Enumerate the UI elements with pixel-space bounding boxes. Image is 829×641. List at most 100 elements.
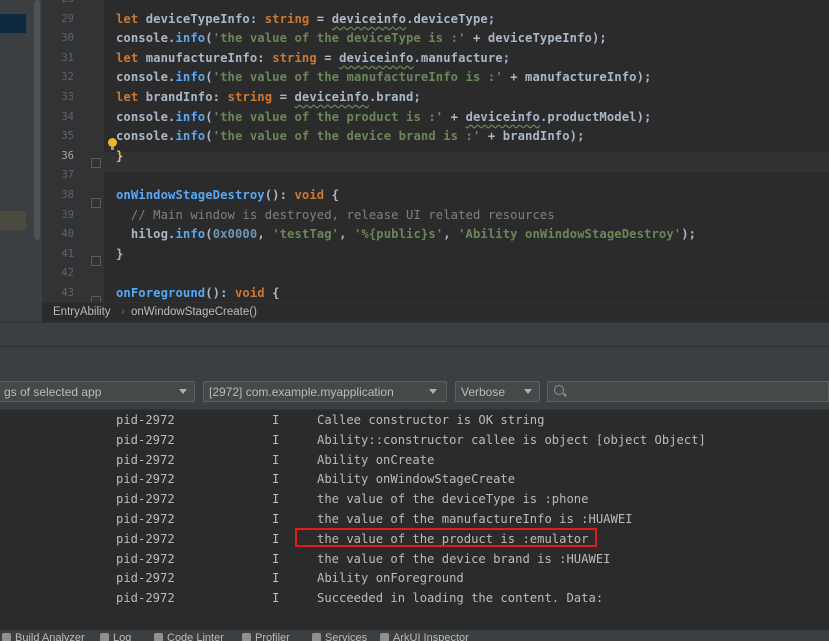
code-line: let brandInfo: string = deviceinfo.brand… — [116, 88, 421, 108]
code-line: } — [116, 147, 123, 167]
code-token: ( — [205, 109, 213, 124]
log-pid: pid-2972 — [116, 571, 175, 586]
breadcrumb-item-class[interactable]: EntryAbility — [53, 306, 111, 318]
tool-window-tab[interactable]: Services — [312, 632, 367, 641]
code-token: { — [264, 286, 280, 300]
code-line: // Main window is destroyed, release UI … — [116, 206, 555, 226]
tool-window-tab-label: Services — [325, 632, 368, 641]
code-token: = — [272, 90, 295, 104]
log-pid: pid-2972 — [116, 472, 175, 487]
tool-window-icon — [154, 633, 163, 641]
tool-window-icon — [2, 633, 11, 641]
breadcrumb-item-method[interactable]: onWindowStageCreate() — [131, 306, 257, 318]
tool-window-icon — [312, 633, 321, 641]
line-number: 40 — [61, 228, 74, 241]
code-token: 'the value of the manufactureInfo is :' — [212, 70, 503, 85]
code-token: info — [175, 129, 206, 144]
line-number: 36 — [61, 149, 74, 162]
process-select[interactable]: [2972] com.example.myapplication — [203, 381, 447, 402]
log-row[interactable]: pid-2972 I Ability onForeground — [0, 569, 829, 589]
code-token: void — [235, 286, 265, 300]
code-token: string — [227, 90, 273, 104]
log-row[interactable]: pid-2972 Ithe value of the manufactureInf… — [0, 510, 829, 530]
code-token: deviceinfo — [339, 50, 414, 65]
chevron-down-icon — [179, 389, 187, 394]
tool-window-tab[interactable]: ArkUI Inspector — [380, 632, 469, 641]
log-message: Ability onCreate — [317, 452, 435, 467]
code-token: = — [316, 50, 340, 65]
log-filter-select[interactable]: gs of selected app — [0, 381, 195, 402]
log-row[interactable]: pid-2972 I Ability::constructor callee is … — [0, 431, 829, 451]
log-level: I — [272, 571, 280, 586]
code-line: console.info('the value of the device br… — [116, 127, 585, 147]
code-token: .manufacture; — [413, 50, 511, 65]
code-token: 'the value of the product is :' — [212, 109, 444, 124]
log-level-select[interactable]: Verbose — [455, 381, 540, 402]
project-tree-selected-item[interactable] — [0, 14, 26, 33]
code-token: console. — [116, 109, 176, 124]
line-number: 34 — [61, 110, 74, 123]
log-search-input[interactable] — [547, 381, 829, 402]
code-token: console. — [116, 31, 176, 46]
tool-window-tab-label: Profiler — [255, 632, 290, 641]
line-number: 35 — [61, 130, 74, 143]
line-number: 28 — [50, 0, 74, 10]
log-pid: pid-2972 — [116, 512, 175, 526]
code-line: onForeground(): void { — [116, 284, 280, 302]
code-token: onWindowStageDestroy — [116, 188, 265, 202]
line-number: 31 — [61, 51, 74, 64]
log-level: I — [272, 591, 280, 606]
log-message: Ability onWindowStageCreate — [317, 472, 516, 487]
code-line: let deviceTypeInfo: string = deviceinfo.… — [116, 10, 495, 30]
project-panel[interactable] — [0, 0, 42, 322]
code-token: let — [116, 50, 146, 65]
code-token: deviceinfo — [294, 90, 369, 104]
code-token: ); — [681, 227, 697, 242]
log-level: I — [272, 531, 280, 546]
code-line: let manufactureInfo: string = deviceinfo… — [116, 49, 510, 69]
fold-marker-icon[interactable] — [91, 158, 101, 168]
log-pid: pid-2972 — [116, 591, 175, 606]
log-pid: pid-2972 — [116, 432, 175, 447]
code-line: console.info('the value of the manufactu… — [116, 68, 652, 88]
tool-window-tab[interactable]: Profiler — [242, 632, 290, 641]
code-token: ( — [205, 227, 213, 242]
code-line: hilog.info(0x0000, 'testTag', '%{public}… — [116, 225, 696, 245]
tool-window-icon — [242, 633, 251, 641]
log-row[interactable]: pid-2972 I Succeeded in loading the conten… — [0, 589, 829, 609]
code-token: 0x0000 — [212, 227, 258, 242]
code-token: .deviceType; — [406, 11, 496, 26]
code-token: string — [264, 11, 310, 26]
log-window-tabs-area — [0, 346, 829, 377]
log-row[interactable]: pid-2972 I Ability onWindowStageCreate — [0, 470, 829, 490]
code-token: deviceinfo — [465, 109, 540, 124]
project-tree-item[interactable] — [0, 211, 26, 230]
tool-window-tab-label: Build Analyzer — [15, 632, 85, 641]
log-row[interactable]: pid-2972 I Callee constructor is OK string — [0, 411, 829, 431]
log-level: I — [272, 512, 280, 526]
tool-window-tab[interactable]: Build Analyzer — [2, 632, 85, 641]
log-window-header — [0, 322, 829, 347]
chevron-down-icon — [524, 389, 532, 394]
tool-window-tab[interactable]: Code Linter — [154, 632, 224, 641]
fold-marker-icon[interactable] — [91, 256, 101, 266]
chevron-down-icon — [429, 389, 437, 394]
code-editor[interactable]: let deviceTypeInfo: string = deviceinfo.… — [104, 0, 829, 302]
code-token: (): — [264, 188, 295, 202]
log-row[interactable]: pid-2972 Ithe value of the device brand i… — [0, 550, 829, 570]
tool-window-tab[interactable]: Log — [100, 632, 131, 641]
log-output[interactable]: pid-2972 I Callee constructor is OK string… — [0, 410, 829, 630]
project-panel-scrollbar[interactable] — [34, 0, 40, 240]
breadcrumb-separator: › — [121, 306, 125, 318]
line-number: 32 — [61, 71, 74, 84]
log-pid: pid-2972 — [116, 551, 175, 566]
log-level: I — [272, 452, 280, 467]
log-row[interactable]: pid-2972 Ithe value of the deviceType is … — [0, 490, 829, 510]
code-token: + brandInfo); — [480, 129, 585, 144]
fold-marker-icon[interactable] — [91, 198, 101, 208]
tool-window-tab-label: ArkUI Inspector — [393, 632, 469, 641]
code-token: let — [116, 11, 146, 26]
log-pid: pid-2972 — [116, 413, 175, 427]
tool-window-icon — [100, 633, 109, 641]
log-row[interactable]: pid-2972 I Ability onCreate — [0, 451, 829, 471]
